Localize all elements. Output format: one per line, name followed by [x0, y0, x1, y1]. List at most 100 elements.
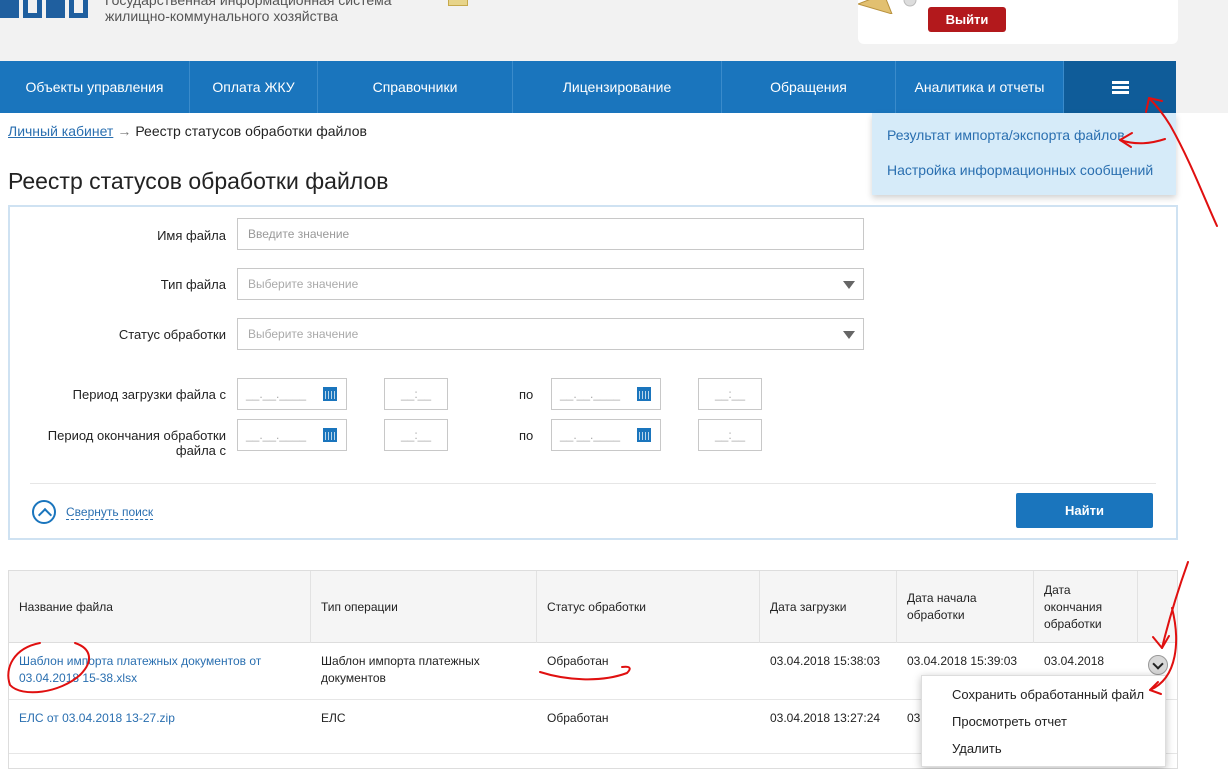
org-title-line: Государственная информационная система — [105, 0, 392, 8]
logout-button[interactable]: Выйти — [928, 7, 1006, 32]
file-name-cell: ЕЛС от 03.04.2018 13-27.zip — [9, 710, 175, 727]
calendar-icon[interactable] — [323, 428, 337, 442]
calendar-icon[interactable] — [323, 387, 337, 401]
status-placeholder: Выберите значение — [248, 327, 359, 341]
column-header-status[interactable]: Статус обработки — [537, 571, 760, 643]
upload-period-label: Период загрузки файла с — [72, 387, 226, 402]
end-from-date-input[interactable]: __.__.____ — [237, 419, 347, 451]
collapse-search-link[interactable]: Свернуть поиск — [66, 505, 154, 520]
menu-item-delete[interactable]: Удалить — [952, 741, 1002, 756]
logo-block-icon — [69, 0, 88, 18]
calendar-icon[interactable] — [637, 387, 651, 401]
nav-item-payments[interactable]: Оплата ЖКУ — [190, 61, 318, 113]
menu-item-view-report[interactable]: Просмотреть отчет — [952, 714, 1067, 729]
breadcrumb-home-link[interactable]: Личный кабинет — [8, 123, 113, 139]
status-cell: Обработан — [547, 711, 609, 725]
file-link[interactable]: ЕЛС от 03.04.2018 13-27.zip — [19, 710, 175, 727]
end-to-date-input[interactable]: __.__.____ — [551, 419, 661, 451]
file-link[interactable]: Шаблон импорта платежных документов от — [19, 653, 309, 670]
date-mask: __.__.____ — [246, 428, 307, 442]
dropdown-item-info-messages-settings[interactable]: Настройка информационных сообщений — [887, 162, 1153, 178]
header-line: Дата начала — [907, 591, 977, 605]
file-name-input[interactable]: Введите значение — [237, 218, 864, 250]
upload-from-time-input[interactable]: __:__ — [384, 378, 448, 410]
chevron-up-circle-icon[interactable] — [32, 500, 56, 524]
nav-item-directories[interactable]: Справочники — [318, 61, 513, 113]
breadcrumb: Личный кабинет → Реестр статусов обработки… — [8, 123, 367, 139]
operation-text: Шаблон импорта платежных — [321, 654, 480, 668]
nav-item-analytics[interactable]: Аналитика и отчеты — [896, 61, 1064, 113]
operation-cell: ЕЛС — [321, 711, 346, 725]
calendar-icon[interactable] — [637, 428, 651, 442]
table-header: Название файла Тип операции Статус обраб… — [9, 571, 1177, 643]
logo-block-icon — [46, 0, 65, 18]
nav-menu-button[interactable] — [1064, 61, 1176, 113]
row-context-menu: Сохранить обработанный файл Просмотреть … — [921, 675, 1166, 767]
date-mask: __.__.____ — [560, 387, 621, 401]
upload-date-cell: 03.04.2018 15:38:03 — [770, 654, 881, 668]
column-header-start-date[interactable]: Дата начала обработки — [897, 571, 1034, 643]
upload-date-cell: 03.04.2018 13:27:24 — [770, 711, 881, 725]
site-header: Государственная информационная система ж… — [0, 0, 1228, 61]
file-name-cell: Шаблон импорта платежных документов от 0… — [9, 653, 309, 687]
nav-dropdown-menu: Результат импорта/экспорта файлов Настро… — [872, 113, 1176, 195]
column-header-file-name[interactable]: Название файла — [9, 571, 311, 643]
search-panel: Имя файла Введите значение Тип файла Выб… — [8, 205, 1178, 540]
find-button[interactable]: Найти — [1016, 493, 1153, 528]
header-line: обработки — [1044, 616, 1102, 631]
end-to-time-input[interactable]: __:__ — [698, 419, 762, 451]
start-date-cell: 03 — [907, 711, 921, 725]
end-period-label-line: Период окончания обработки — [47, 428, 226, 443]
org-title: Государственная информационная система ж… — [105, 0, 392, 24]
page-title: Реестр статусов обработки файлов — [8, 168, 389, 194]
row-actions-toggle-icon[interactable] — [1148, 655, 1168, 675]
status-cell: Обработан — [547, 654, 609, 668]
org-title-line: жилищно-коммунального хозяйства — [105, 8, 339, 24]
file-type-select[interactable]: Выберите значение — [237, 268, 864, 300]
operation-cell: Шаблон импорта платежных документов — [311, 653, 531, 687]
header-line: Дата — [1044, 582, 1071, 597]
header-line: окончания — [1044, 599, 1103, 614]
operation-text: документов — [321, 671, 386, 685]
upload-to-label: по — [519, 387, 534, 402]
user-box: Выйти — [858, 0, 1178, 44]
file-name-label: Имя файла — [157, 228, 226, 243]
column-header-actions — [1138, 571, 1177, 643]
menu-item-save-processed-file[interactable]: Сохранить обработанный файл — [952, 687, 1144, 702]
panel-divider — [30, 483, 1156, 484]
upload-to-time-input[interactable]: __:__ — [698, 378, 762, 410]
file-type-label: Тип файла — [160, 277, 226, 292]
start-date-cell: 03.04.2018 15:39:03 — [907, 654, 1018, 668]
end-date-cell: 03.04.2018 — [1044, 654, 1105, 668]
gis-logo[interactable] — [0, 0, 90, 18]
dropdown-item-import-export-results[interactable]: Результат импорта/экспорта файлов — [887, 127, 1125, 143]
logo-block-icon — [23, 0, 42, 18]
end-to-label: по — [519, 428, 534, 443]
upload-from-date-input[interactable]: __.__.____ — [237, 378, 347, 410]
end-from-time-input[interactable]: __:__ — [384, 419, 448, 451]
upload-to-date-input[interactable]: __.__.____ — [551, 378, 661, 410]
breadcrumb-current: Реестр статусов обработки файлов — [135, 123, 367, 139]
status-label: Статус обработки — [118, 327, 226, 342]
nav-item-management-objects[interactable]: Объекты управления — [0, 61, 190, 113]
notifications-icon[interactable] — [448, 0, 468, 6]
breadcrumb-separator: → — [117, 123, 132, 139]
nav-item-licensing[interactable]: Лицензирование — [513, 61, 722, 113]
collapse-search[interactable]: Свернуть поиск — [32, 500, 154, 524]
end-period-label-line: файла с — [175, 443, 226, 458]
file-type-placeholder: Выберите значение — [248, 277, 359, 291]
page-root: Государственная информационная система ж… — [0, 0, 1228, 769]
column-header-end-date[interactable]: Дата окончания обработки — [1034, 571, 1138, 643]
column-header-operation-type[interactable]: Тип операции — [311, 571, 537, 643]
file-link[interactable]: 03.04.2018 15-38.xlsx — [19, 670, 309, 687]
nav-item-appeals[interactable]: Обращения — [722, 61, 896, 113]
column-header-upload-date[interactable]: Дата загрузки — [760, 571, 897, 643]
status-select[interactable]: Выберите значение — [237, 318, 864, 350]
logo-block-icon — [0, 0, 19, 18]
nav-right-gap — [1176, 61, 1228, 113]
date-mask: __.__.____ — [560, 428, 621, 442]
end-period-label: Период окончания обработки файла с — [26, 428, 226, 458]
chevron-down-icon — [843, 281, 855, 289]
main-nav: Объекты управления Оплата ЖКУ Справочник… — [0, 61, 1176, 113]
chevron-down-icon — [843, 331, 855, 339]
